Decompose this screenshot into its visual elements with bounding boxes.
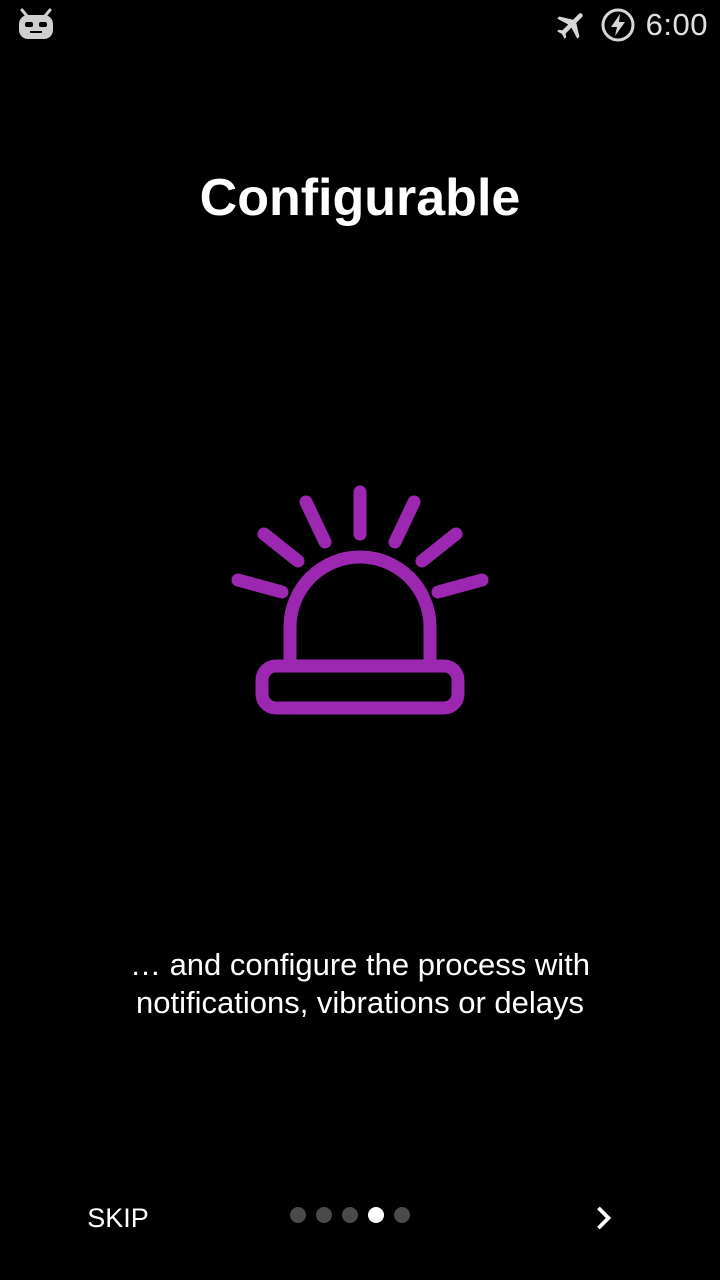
status-bar: 6:00 [0,0,720,50]
page-dot-3 [342,1207,358,1223]
next-button[interactable] [576,1190,632,1246]
status-icons: 6:00 [554,0,708,50]
page-description: … and configure the process with notific… [129,947,591,1020]
airplane-mode-icon [556,13,583,39]
page-dot-5 [394,1207,410,1223]
status-time: 6:00 [645,7,708,42]
page-title: Configurable [199,169,521,227]
page-dot-1 [290,1207,306,1223]
page-indicator [290,1205,410,1225]
chevron-right-icon [597,1206,612,1230]
battery-charging-icon [601,8,635,42]
onboarding-screen: 6:00 Configurable … and configure the pr… [0,0,720,1280]
cyanogenmod-bugdroid-icon [19,8,53,39]
alarm-siren-icon [231,485,489,715]
skip-button[interactable]: SKIP [70,1190,166,1246]
page-dot-2 [316,1207,332,1223]
page-dot-4-active [368,1207,384,1223]
